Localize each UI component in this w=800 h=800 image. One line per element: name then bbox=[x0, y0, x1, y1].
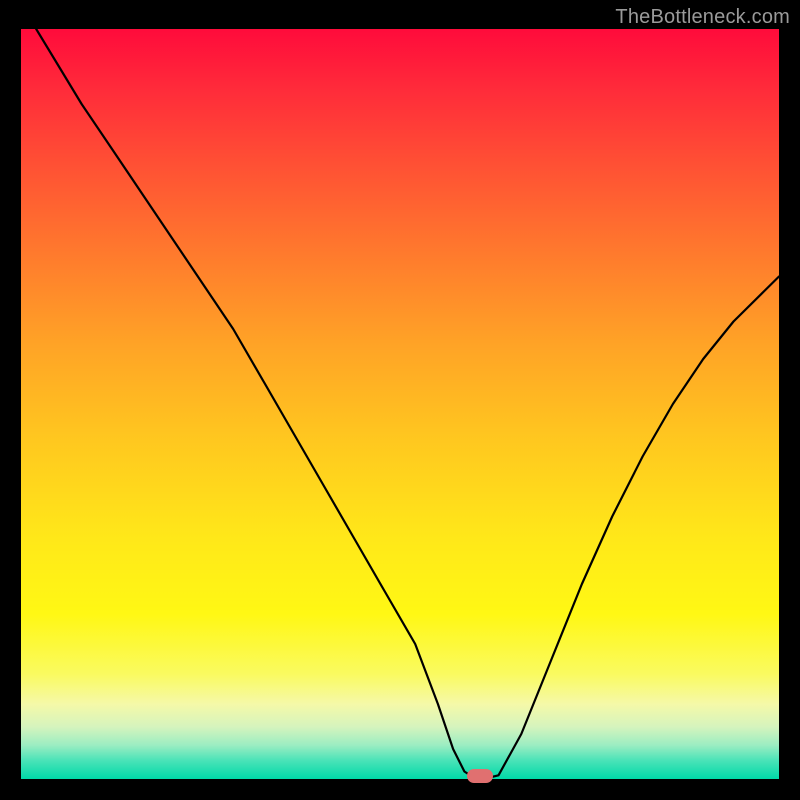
chart-frame: TheBottleneck.com bbox=[0, 0, 800, 800]
watermark-text: TheBottleneck.com bbox=[615, 6, 790, 29]
bottleneck-curve bbox=[21, 29, 779, 779]
optimal-point-marker bbox=[467, 769, 493, 783]
plot-area bbox=[21, 29, 779, 779]
